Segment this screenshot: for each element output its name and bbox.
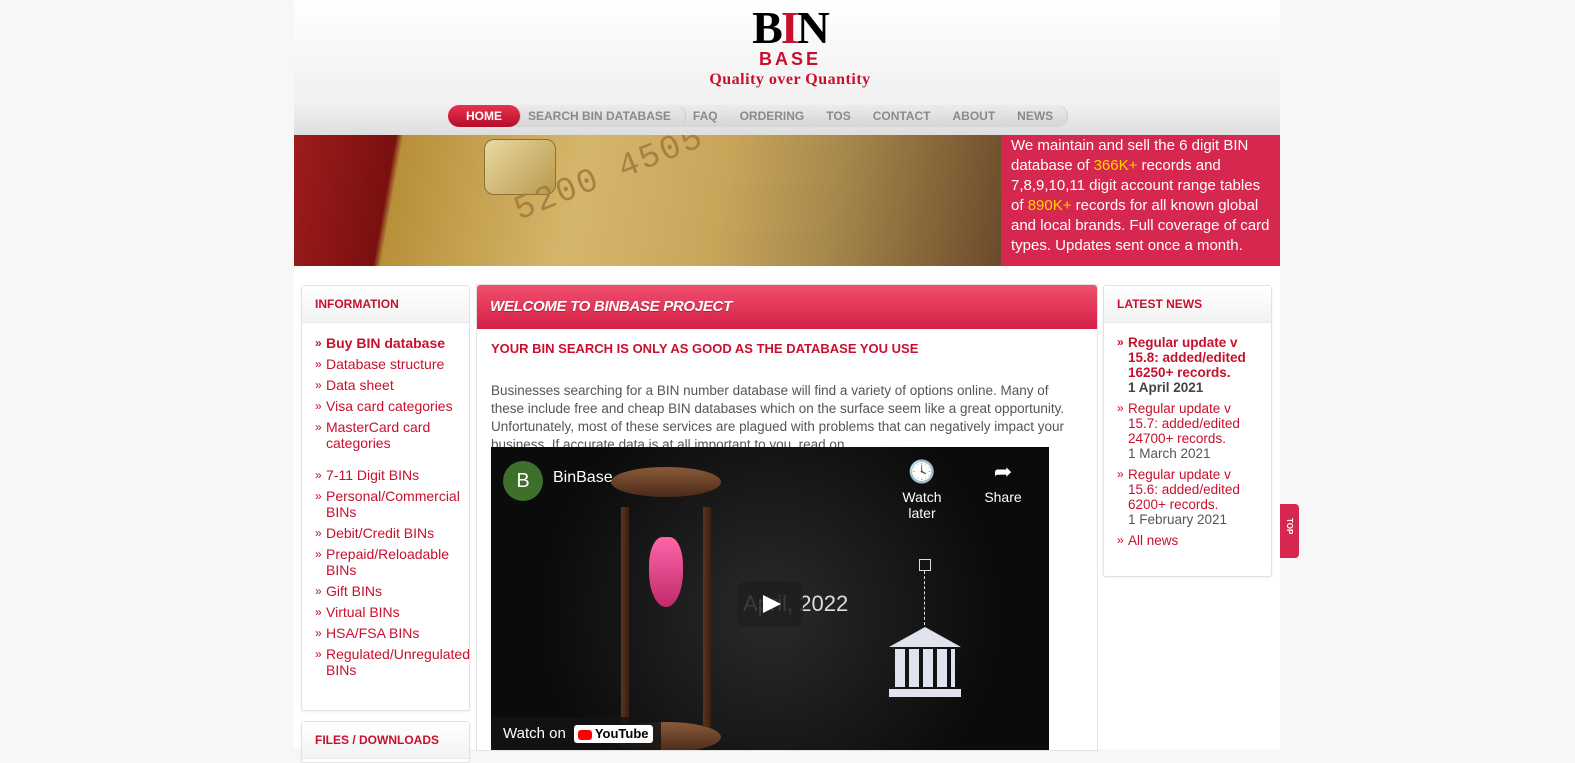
news-date: 1 March 2021 (1128, 446, 1211, 461)
link-buy-bin-database[interactable]: Buy BIN database (315, 335, 469, 351)
latest-news-title: Latest news (1104, 286, 1271, 323)
watch-on-youtube-button[interactable]: Watch on YouTube (491, 717, 661, 750)
channel-avatar[interactable]: B (503, 461, 543, 501)
binbase-logo[interactable]: BIN BASE Quality over Quantity (700, 2, 880, 94)
tagline: Quality over Quantity (709, 71, 871, 88)
bin-record-count: 366K+ (1093, 157, 1138, 174)
link-7-11-digit-bins[interactable]: 7-11 Digit BINs (315, 467, 469, 483)
logo-base-text: BASE (758, 49, 821, 69)
youtube-logo-icon: YouTube (573, 725, 653, 743)
banner-description: We maintain and sell the 6 digit BIN dat… (1001, 135, 1280, 266)
page-container: BIN BASE Quality over Quantity Home Sear… (294, 0, 1280, 763)
back-to-top-button[interactable]: TOP (1280, 504, 1299, 558)
main-nav: Home Search BIN database FAQ Ordering TO… (294, 97, 1280, 136)
information-title: Information (302, 286, 469, 323)
news-date: 1 February 2021 (1128, 512, 1228, 527)
nav-contact[interactable]: Contact (860, 105, 945, 127)
share-button[interactable]: ➦ Share (968, 459, 1038, 505)
share-icon: ➦ (993, 459, 1013, 484)
nav-ordering[interactable]: Ordering (727, 105, 819, 127)
files-downloads-panel: Files / Downloads (301, 721, 470, 763)
hero-banner: 5200 4505 We maintain and sell the 6 dig… (294, 135, 1280, 266)
link-prepaid-reloadable-bins[interactable]: Prepaid/Reloadable BINs (315, 546, 469, 578)
intro-paragraph: Businesses searching for a BIN number da… (491, 383, 1065, 452)
channel-name[interactable]: BinBase (553, 469, 613, 487)
header: BIN BASE Quality over Quantity (294, 0, 1280, 98)
information-panel: Information Buy BIN database Database st… (301, 285, 470, 711)
nav-news[interactable]: News (1005, 105, 1068, 127)
link-data-sheet[interactable]: Data sheet (315, 377, 469, 393)
link-regulated-unregulated-bins[interactable]: Regulated/Unregulated BINs (315, 646, 470, 678)
nav-about[interactable]: About (940, 105, 1010, 127)
nav-home[interactable]: Home (448, 105, 520, 127)
all-news-link[interactable]: All news (1117, 533, 1252, 548)
range-record-count: 890K+ (1027, 197, 1072, 214)
link-debit-credit-bins[interactable]: Debit/Credit BINs (315, 525, 469, 541)
credit-card-image: 5200 4505 (294, 135, 1001, 266)
play-button[interactable] (737, 581, 803, 627)
link-mastercard-card-categories[interactable]: MasterCard card categories (315, 419, 469, 451)
main-subtitle: YOUR BIN SEARCH IS ONLY AS GOOD AS THE D… (491, 341, 919, 356)
news-date: 1 April 2021 (1128, 380, 1204, 395)
logo-bin-mark: BIN (752, 2, 830, 53)
nav-faq[interactable]: FAQ (680, 105, 732, 127)
news-item[interactable]: Regular update v 15.6: added/edited 6200… (1117, 467, 1252, 527)
clock-icon: 🕓 (908, 459, 936, 484)
latest-news-panel: Latest news Regular update v 15.8: added… (1103, 285, 1272, 577)
link-gift-bins[interactable]: Gift BINs (315, 583, 469, 599)
youtube-video-player[interactable]: B BinBase 🕓 Watch later ➦ Share April, 2… (491, 447, 1049, 750)
welcome-title: Welcome to BinBase project (477, 285, 1097, 329)
link-database-structure[interactable]: Database structure (315, 356, 469, 372)
bank-icon (889, 559, 961, 699)
hourglass-image (611, 467, 721, 750)
main-content: Welcome to BinBase project YOUR BIN SEAR… (476, 284, 1098, 751)
nav-search-bin-database[interactable]: Search BIN database (516, 105, 685, 127)
link-visa-card-categories[interactable]: Visa card categories (315, 398, 469, 414)
watch-later-button[interactable]: 🕓 Watch later (887, 459, 957, 521)
news-item[interactable]: Regular update v 15.8: added/edited 1625… (1117, 335, 1252, 395)
link-virtual-bins[interactable]: Virtual BINs (315, 604, 469, 620)
link-personal-commercial-bins[interactable]: Personal/Commercial BINs (315, 488, 469, 520)
link-hsa-fsa-bins[interactable]: HSA/FSA BINs (315, 625, 469, 641)
nav-tos[interactable]: TOS (814, 105, 865, 127)
news-item[interactable]: Regular update v 15.7: added/edited 2470… (1117, 401, 1252, 461)
files-downloads-title: Files / Downloads (302, 722, 469, 759)
